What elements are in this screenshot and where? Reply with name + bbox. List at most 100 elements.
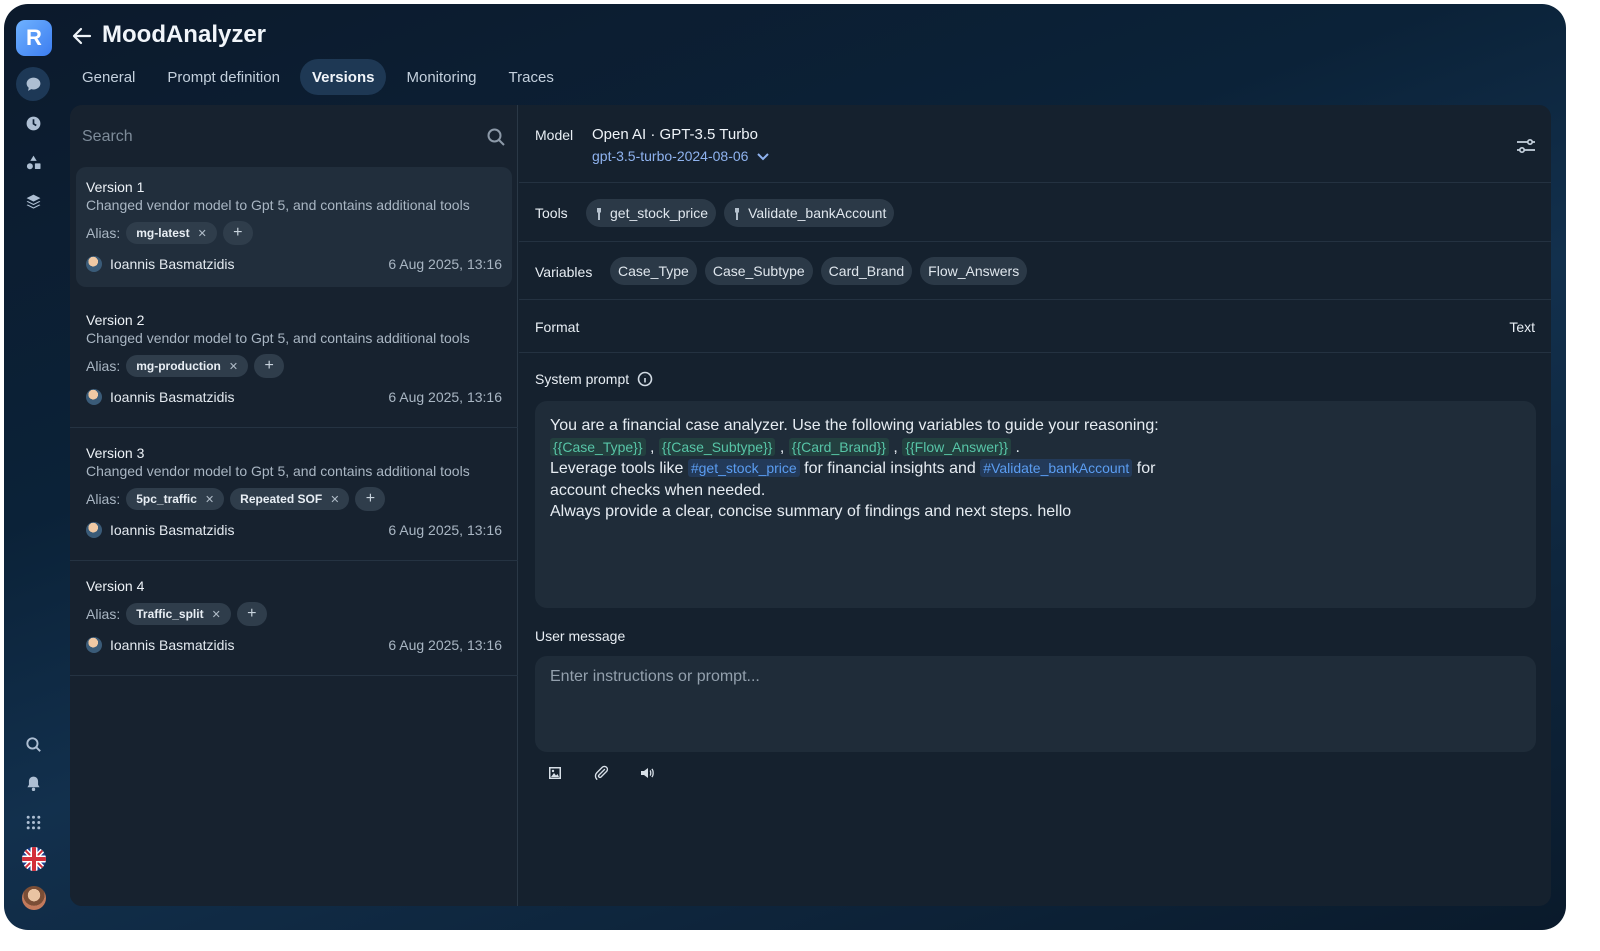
model-version-dropdown[interactable]: gpt-3.5-turbo-2024-08-06 — [592, 148, 770, 164]
tab-monitoring[interactable]: Monitoring — [394, 59, 488, 95]
alias-row: Alias: Traffic_split ✕ + — [86, 602, 502, 626]
tab-versions[interactable]: Versions — [299, 59, 387, 95]
clock-icon[interactable] — [16, 106, 50, 140]
tab-general[interactable]: General — [70, 59, 147, 95]
model-row: Model Open AI · GPT-3.5 Turbo gpt-3.5-tu… — [519, 105, 1551, 183]
tool-chip[interactable]: get_stock_price — [586, 199, 717, 227]
variable-chip[interactable]: Card_Brand — [820, 257, 913, 285]
variable-token[interactable]: {{Case_Subtype}} — [658, 437, 776, 456]
prompt-text: for financial insights and — [799, 460, 981, 477]
alias-text: Repeated SOF — [240, 492, 323, 506]
alias-text: Traffic_split — [136, 607, 204, 621]
paperclip-icon[interactable] — [593, 765, 609, 781]
alias-label: Alias: — [86, 358, 121, 374]
tool-reference[interactable]: #get_stock_price — [687, 459, 800, 477]
logo-letter: R — [26, 25, 42, 50]
apps-grid-icon[interactable] — [16, 805, 50, 839]
prompt-text: for — [1132, 460, 1156, 477]
app-logo[interactable]: R — [16, 20, 52, 56]
chat-icon[interactable] — [16, 67, 50, 101]
alias-row: Alias: 5pc_traffic ✕ Repeated SOF ✕ + — [86, 487, 502, 511]
variable-chip[interactable]: Flow_Answers — [920, 257, 1028, 285]
alias-chip[interactable]: Traffic_split ✕ — [126, 603, 231, 625]
prompt-text: Leverage tools like — [550, 460, 688, 477]
author-avatar — [86, 637, 102, 653]
alias-chip[interactable]: 5pc_traffic ✕ — [126, 488, 225, 510]
version-date: 6 Aug 2025, 13:16 — [388, 522, 502, 538]
prompt-variables-line: {{Case_Type}} , {{Case_Subtype}} , {{Car… — [550, 437, 1521, 459]
system-prompt-editor[interactable]: You are a financial case analyzer. Use t… — [535, 401, 1536, 608]
tab-bar: General Prompt definition Versions Monit… — [70, 59, 566, 97]
remove-alias-icon[interactable]: ✕ — [212, 608, 221, 621]
variable-token[interactable]: {{Card_Brand}} — [788, 437, 889, 456]
prompt-line: account checks when needed. — [550, 481, 766, 499]
author-avatar — [86, 256, 102, 272]
variable-token[interactable]: {{Flow_Answer}} — [902, 437, 1012, 456]
alias-row: Alias: mg-latest ✕ + — [86, 221, 502, 245]
tab-traces[interactable]: Traces — [497, 59, 566, 95]
add-alias-button[interactable]: + — [222, 221, 253, 245]
author-row: Ioannis Basmatzidis 6 Aug 2025, 13:16 — [86, 386, 502, 408]
search-placeholder: Search — [82, 128, 133, 145]
alias-text: mg-production — [136, 359, 221, 373]
user-message-input[interactable]: Enter instructions or prompt... — [535, 656, 1536, 752]
tool-reference[interactable]: #Validate_bankAccount — [980, 459, 1133, 477]
alias-chip[interactable]: mg-latest ✕ — [126, 222, 217, 244]
alias-chip[interactable]: Repeated SOF ✕ — [230, 488, 350, 510]
version-title: Version 3 — [86, 445, 145, 461]
version-card-1[interactable]: Version 1 Changed vendor model to Gpt 5,… — [76, 167, 512, 287]
layers-icon[interactable] — [16, 184, 50, 218]
alias-chip[interactable]: mg-production ✕ — [126, 355, 249, 377]
add-alias-button[interactable]: + — [254, 354, 285, 378]
prompt-line: Always provide a clear, concise summary … — [550, 503, 1072, 520]
author-row: Ioannis Basmatzidis 6 Aug 2025, 13:16 — [86, 253, 502, 275]
tab-prompt-definition[interactable]: Prompt definition — [155, 59, 292, 95]
format-value[interactable]: Text — [1509, 319, 1535, 335]
tool-chip[interactable]: Validate_bankAccount — [724, 199, 895, 227]
search-icon[interactable] — [486, 127, 506, 147]
variable-token[interactable]: {{Case_Type}} — [550, 437, 646, 456]
back-arrow-icon[interactable] — [70, 24, 94, 48]
remove-alias-icon[interactable]: ✕ — [330, 493, 339, 506]
add-alias-button[interactable]: + — [355, 487, 386, 511]
version-title: Version 1 — [86, 179, 145, 195]
version-card-3[interactable]: Version 3 Changed vendor model to Gpt 5,… — [70, 433, 518, 561]
search-input[interactable]: Search — [82, 119, 506, 155]
shapes-icon[interactable] — [16, 145, 50, 179]
variable-chip[interactable]: Case_Subtype — [704, 257, 813, 285]
wrench-icon — [732, 207, 742, 220]
author-row: Ioannis Basmatzidis 6 Aug 2025, 13:16 — [86, 634, 502, 656]
bell-icon[interactable] — [16, 766, 50, 800]
user-message-placeholder: Enter instructions or prompt... — [550, 668, 760, 685]
app-window: R MoodAnalyzer General Prompt definition… — [4, 4, 1566, 930]
version-date: 6 Aug 2025, 13:16 — [388, 637, 502, 653]
remove-alias-icon[interactable]: ✕ — [205, 493, 214, 506]
add-alias-button[interactable]: + — [236, 602, 267, 626]
speaker-icon[interactable] — [639, 765, 655, 781]
chevron-down-icon — [757, 153, 770, 161]
image-icon[interactable] — [547, 765, 563, 781]
remove-alias-icon[interactable]: ✕ — [198, 227, 207, 240]
variable-chip[interactable]: Case_Type — [610, 257, 697, 285]
system-prompt-label-text: System prompt — [535, 371, 630, 387]
settings-sliders-icon[interactable] — [1515, 135, 1537, 157]
version-card-2[interactable]: Version 2 Changed vendor model to Gpt 5,… — [70, 300, 518, 428]
version-card-4[interactable]: Version 4 Alias: Traffic_split ✕ + Ioanni… — [70, 566, 518, 676]
info-icon[interactable] — [637, 371, 653, 387]
alias-label: Alias: — [86, 225, 121, 241]
version-title: Version 4 — [86, 578, 145, 594]
version-date: 6 Aug 2025, 13:16 — [388, 389, 502, 405]
remove-alias-icon[interactable]: ✕ — [229, 360, 238, 373]
uk-flag-icon[interactable] — [22, 847, 46, 871]
divider — [70, 560, 518, 561]
versions-list: Search Version 1 Changed vendor model to… — [70, 105, 518, 906]
author-avatar — [86, 522, 102, 538]
prompt-line: Leverage tools like #get_stock_price for… — [550, 458, 1521, 480]
user-avatar[interactable] — [22, 886, 46, 910]
message-toolbar — [547, 765, 655, 781]
page-title: MoodAnalyzer — [102, 21, 267, 48]
model-name: Open AI · GPT-3.5 Turbo — [592, 126, 758, 143]
author-row: Ioannis Basmatzidis 6 Aug 2025, 13:16 — [86, 519, 502, 541]
search-icon[interactable] — [16, 727, 50, 761]
version-description: Changed vendor model to Gpt 5, and conta… — [86, 463, 470, 479]
